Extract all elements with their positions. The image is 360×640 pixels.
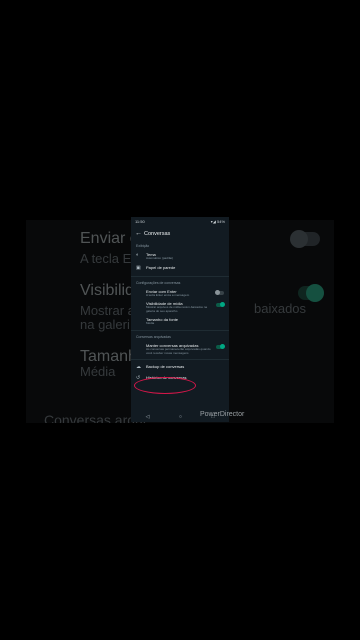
section-chat-settings: Configurações de conversas [136, 280, 181, 285]
setting-tamanho-fonte[interactable]: Tamanho da fonte Média [131, 315, 229, 328]
nav-home-icon[interactable]: ○ [179, 414, 182, 420]
divider [131, 359, 229, 361]
cloud-upload-icon: ☁ [136, 364, 141, 371]
setting-manter-arquivadas[interactable]: Manter conversas arquivadas As conversas… [131, 341, 229, 357]
setting-backup[interactable]: ☁ Backup de conversas [131, 362, 229, 373]
media-visibility-toggle[interactable] [216, 302, 225, 308]
status-icons: ▾◢ 54% [210, 218, 225, 224]
app-bar: ← Conversas [131, 225, 229, 242]
highlight-circle [134, 377, 196, 394]
setting-subtitle: Automático (padrão) [146, 256, 174, 260]
divider [131, 329, 229, 331]
wallpaper-icon: ▣ [136, 264, 141, 271]
nav-back-icon[interactable]: ◁ [146, 414, 150, 420]
theme-icon: ◐ [136, 252, 140, 258]
enter-toggle[interactable] [215, 289, 224, 295]
setting-tema[interactable]: ◐ Tema Automático (padrão) [131, 250, 229, 263]
section-archived: Conversas arquivadas [136, 334, 171, 339]
setting-subtitle: As conversas permanecerão arquivadas qua… [146, 346, 211, 355]
setting-subtitle: Média [146, 321, 155, 326]
watermark: PowerDirector [200, 411, 245, 418]
setting-title: Papel de parede [146, 264, 176, 270]
back-arrow-icon[interactable]: ← [135, 230, 144, 237]
keep-archived-toggle[interactable] [216, 343, 225, 349]
status-bar: 11:50 ▾◢ 54% [131, 217, 229, 225]
page-title: Conversas [144, 230, 171, 237]
setting-title: Backup de conversas [146, 364, 185, 370]
setting-subtitle: A tecla Enter envia a mensagem [146, 292, 190, 297]
setting-enviar-com-enter[interactable]: Enviar com Enter A tecla Enter envia a m… [131, 287, 229, 300]
status-time: 11:50 [135, 218, 145, 224]
setting-papel-de-parede[interactable]: ▣ Papel de parede [131, 263, 229, 274]
setting-visibilidade-midia[interactable]: Visibilidade de mídia Mostrar arquivos d… [131, 299, 229, 315]
section-display: Exibição [136, 244, 150, 248]
setting-subtitle: Mostrar arquivos de mídia recém-baixados… [146, 305, 208, 313]
divider [131, 275, 229, 277]
